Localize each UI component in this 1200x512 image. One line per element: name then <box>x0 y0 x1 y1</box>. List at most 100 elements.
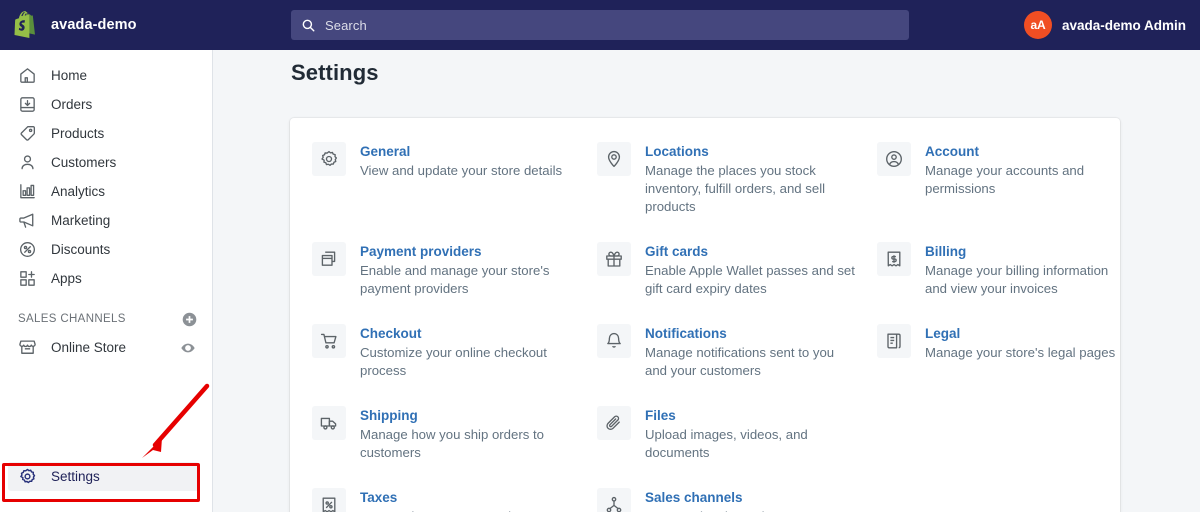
sidebar-item-label: Marketing <box>51 212 111 228</box>
settings-item-account[interactable]: Account Manage your accounts and permiss… <box>877 142 1142 216</box>
settings-item-description: Manage your accounts and permissions <box>925 163 1085 196</box>
sidebar-item-online-store[interactable]: Online Store <box>8 333 204 362</box>
sidebar-item-marketing[interactable]: Marketing <box>8 206 204 235</box>
icon-tile <box>312 488 346 512</box>
sidebar-item-label: Customers <box>51 154 117 170</box>
settings-item-description: Enable and manage your store's payment p… <box>360 263 550 296</box>
icon-tile <box>597 406 631 440</box>
icon-tile <box>312 406 346 440</box>
settings-item-shipping[interactable]: Shipping Manage how you ship orders to c… <box>312 406 597 462</box>
sidebar-item-apps[interactable]: Apps <box>8 264 204 293</box>
sidebar-item-label: Orders <box>51 96 93 112</box>
settings-item-description: Manage your store's legal pages <box>925 345 1116 360</box>
settings-item-description: Manage your billing information and view… <box>925 263 1109 296</box>
settings-item-sales-channels[interactable]: Sales channels Manage the channels you u… <box>597 488 877 512</box>
settings-item-description: Manage how your store charges taxes <box>360 508 579 512</box>
account-circle-icon <box>886 151 902 167</box>
settings-item-description: Manage notifications sent to you and you… <box>645 345 835 378</box>
icon-tile <box>312 242 346 276</box>
icon-tile <box>597 488 631 512</box>
settings-item-description: Enable Apple Wallet passes and set gift … <box>645 263 855 296</box>
product-tag-icon <box>20 125 36 141</box>
files-paperclip-icon <box>606 415 620 430</box>
sidebar-item-home[interactable]: Home <box>8 61 204 90</box>
settings-item-description: Customize your online checkout process <box>360 345 547 378</box>
sidebar-item-customers[interactable]: Customers <box>8 148 204 177</box>
sidebar-item-settings[interactable]: Settings <box>8 462 199 491</box>
notification-bell-icon <box>607 332 621 348</box>
sidebar-item-label: Settings <box>51 468 100 484</box>
sidebar-item-analytics[interactable]: Analytics <box>8 177 204 206</box>
sidebar-item-orders[interactable]: Orders <box>8 90 204 119</box>
marketing-megaphone-icon <box>19 213 34 228</box>
settings-item-general[interactable]: General View and update your store detai… <box>312 142 597 216</box>
taxes-percent-receipt-icon <box>322 497 336 512</box>
customer-person-icon <box>21 155 34 170</box>
settings-item-title[interactable]: Taxes <box>360 489 579 506</box>
settings-item-title[interactable]: Checkout <box>360 325 579 342</box>
cell-body: Gift cards Enable Apple Wallet passes an… <box>645 242 859 298</box>
search-placeholder: Search <box>325 17 367 33</box>
sidebar-item-label: Online Store <box>51 339 127 355</box>
settings-item-description: Manage how you ship orders to customers <box>360 427 545 460</box>
settings-item-description: Manage the places you stock inventory, f… <box>645 163 826 214</box>
icon-tile <box>877 242 911 276</box>
icon-tile <box>312 142 346 176</box>
icon-tile <box>597 242 631 276</box>
cell-body: Sales channels Manage the channels you u… <box>645 488 859 512</box>
settings-item-gift-cards[interactable]: Gift cards Enable Apple Wallet passes an… <box>597 242 877 298</box>
settings-item-checkout[interactable]: Checkout Customize your online checkout … <box>312 324 597 380</box>
sidebar-item-label: Discounts <box>51 241 111 257</box>
analytics-bar-chart-icon <box>20 184 35 199</box>
shopify-bag-icon <box>14 11 35 38</box>
icon-tile <box>877 142 911 176</box>
settings-item-files[interactable]: Files Upload images, videos, and documen… <box>597 406 877 462</box>
sales-channels-node-icon <box>606 496 622 512</box>
settings-item-title[interactable]: Sales channels <box>645 489 859 506</box>
search-icon <box>302 19 315 31</box>
shopify-admin-settings-page: avada-demo Search aA avada-demo Admin Ho… <box>0 0 1200 512</box>
settings-item-locations[interactable]: Locations Manage the places you stock in… <box>597 142 877 216</box>
settings-item-legal[interactable]: Legal Manage your store's legal pages <box>877 324 1142 380</box>
cell-body: Payment providers Enable and manage your… <box>360 242 579 298</box>
settings-item-title[interactable]: Legal <box>925 325 1115 342</box>
sidebar-item-discounts[interactable]: Discounts <box>8 235 204 264</box>
settings-item-title[interactable]: Account <box>925 143 1124 160</box>
settings-item-billing[interactable]: Billing Manage your billing information … <box>877 242 1142 298</box>
settings-item-payment-providers[interactable]: Payment providers Enable and manage your… <box>312 242 597 298</box>
settings-item-title[interactable]: General <box>360 143 562 160</box>
sales-channels-title: SALES CHANNELS <box>18 313 126 325</box>
cell-body: Checkout Customize your online checkout … <box>360 324 579 380</box>
search-input[interactable]: Search <box>291 10 909 40</box>
avatar: aA <box>1023 11 1052 39</box>
location-pin-icon <box>607 150 621 168</box>
billing-receipt-icon <box>887 251 901 267</box>
top-bar: avada-demo Search aA avada-demo Admin <box>0 0 1200 50</box>
discount-percent-icon <box>19 241 36 258</box>
payment-card-icon <box>321 251 336 266</box>
sidebar-item-label: Analytics <box>51 183 106 199</box>
settings-item-notifications[interactable]: Notifications Manage notifications sent … <box>597 324 877 380</box>
settings-wrap: Settings <box>8 462 199 491</box>
eye-icon[interactable] <box>180 340 196 356</box>
settings-item-title[interactable]: Locations <box>645 143 859 160</box>
cell-body: Account Manage your accounts and permiss… <box>925 142 1124 198</box>
settings-item-title[interactable]: Billing <box>925 243 1124 260</box>
settings-item-title[interactable]: Gift cards <box>645 243 859 260</box>
settings-item-title[interactable]: Shipping <box>360 407 579 424</box>
settings-item-title[interactable]: Payment providers <box>360 243 579 260</box>
cell-body: Billing Manage your billing information … <box>925 242 1124 298</box>
settings-item-taxes[interactable]: Taxes Manage how your store charges taxe… <box>312 488 597 512</box>
settings-item-title[interactable]: Files <box>645 407 859 424</box>
gear-icon <box>321 150 338 167</box>
brand-area[interactable]: avada-demo <box>0 0 213 50</box>
user-menu[interactable]: aA avada-demo Admin <box>1023 0 1186 50</box>
gift-card-icon <box>606 251 622 267</box>
settings-item-title[interactable]: Notifications <box>645 325 859 342</box>
sidebar-item-label: Products <box>51 125 105 141</box>
plus-circle-icon[interactable] <box>181 311 198 328</box>
sidebar-item-products[interactable]: Products <box>8 119 204 148</box>
online-store-icon <box>19 340 36 354</box>
home-icon <box>20 68 35 83</box>
sidebar: Home Orders Products Customers Analytics… <box>0 50 213 512</box>
